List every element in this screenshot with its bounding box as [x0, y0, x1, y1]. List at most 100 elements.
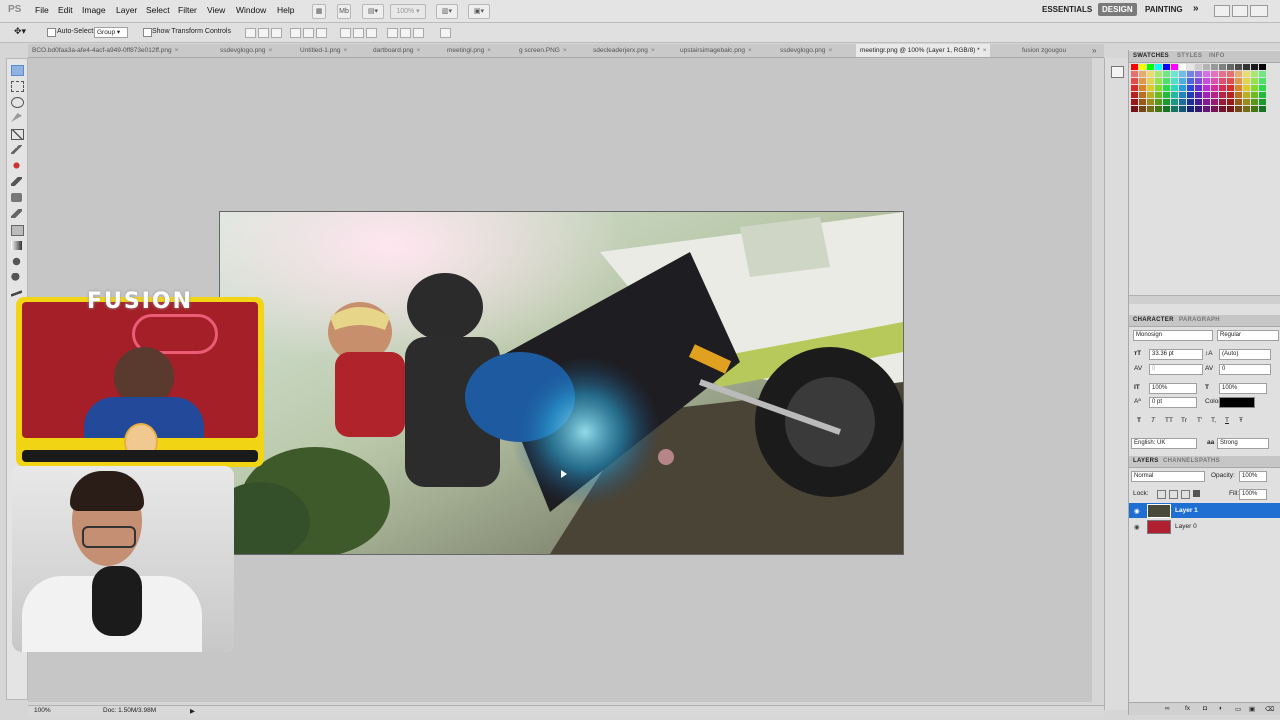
- swatch-cell[interactable]: [1219, 71, 1226, 77]
- swatch-cell[interactable]: [1259, 99, 1266, 105]
- bridge-button[interactable]: ▦: [312, 4, 326, 19]
- swatch-cell[interactable]: [1139, 92, 1146, 98]
- lock-all-icon[interactable]: [1193, 490, 1200, 497]
- distribute-left-icon[interactable]: [387, 28, 398, 38]
- swatch-cell[interactable]: [1235, 78, 1242, 84]
- swatch-cell[interactable]: [1187, 92, 1194, 98]
- swatch-cell[interactable]: [1235, 106, 1242, 112]
- tab-paragraph[interactable]: PARAGRAPH: [1179, 317, 1220, 323]
- swatch-cell[interactable]: [1155, 99, 1162, 105]
- faux-bold-button[interactable]: T: [1137, 417, 1141, 424]
- layer-row-layer-1[interactable]: ◉ Layer 1: [1129, 503, 1280, 518]
- swatch-cell[interactable]: [1219, 64, 1226, 70]
- tab-close-icon[interactable]: ×: [343, 47, 347, 54]
- swatch-cell[interactable]: [1251, 92, 1258, 98]
- swatch-grid[interactable]: [1131, 64, 1267, 129]
- mini-bridge-button[interactable]: Mb: [337, 4, 351, 19]
- swatch-cell[interactable]: [1211, 71, 1218, 77]
- swatch-cell[interactable]: [1195, 71, 1202, 77]
- tab-paths[interactable]: PATHS: [1199, 458, 1220, 464]
- swatch-cell[interactable]: [1195, 106, 1202, 112]
- swatch-cell[interactable]: [1187, 106, 1194, 112]
- tab-close-icon[interactable]: ×: [416, 47, 420, 54]
- tab-doc-5[interactable]: meetingl.png ×: [447, 44, 491, 57]
- swatch-cell[interactable]: [1259, 106, 1266, 112]
- new-group-icon[interactable]: ▭: [1235, 705, 1241, 713]
- blur-tool-icon[interactable]: [11, 257, 22, 266]
- all-caps-button[interactable]: TT: [1165, 417, 1173, 424]
- swatch-cell[interactable]: [1243, 92, 1250, 98]
- swatch-cell[interactable]: [1163, 92, 1170, 98]
- swatch-cell[interactable]: [1203, 85, 1210, 91]
- swatch-cell[interactable]: [1203, 64, 1210, 70]
- menu-filter[interactable]: Filter: [178, 5, 197, 15]
- maximize-icon[interactable]: [1232, 5, 1248, 17]
- tab-overflow-icon[interactable]: »: [1092, 44, 1096, 57]
- swatch-cell[interactable]: [1131, 64, 1138, 70]
- swatch-cell[interactable]: [1131, 78, 1138, 84]
- align-left-icon[interactable]: [290, 28, 301, 38]
- history-panel-icon[interactable]: [1111, 66, 1124, 78]
- swatch-cell[interactable]: [1147, 92, 1154, 98]
- close-icon[interactable]: [1250, 5, 1268, 17]
- swatch-cell[interactable]: [1195, 85, 1202, 91]
- swatch-cell[interactable]: [1139, 64, 1146, 70]
- canvas-image[interactable]: [219, 211, 904, 555]
- tab-close-icon[interactable]: ×: [651, 47, 655, 54]
- swatch-cell[interactable]: [1171, 85, 1178, 91]
- opacity-field[interactable]: 100%: [1239, 471, 1267, 482]
- swatch-cell[interactable]: [1251, 99, 1258, 105]
- swatch-cell[interactable]: [1243, 106, 1250, 112]
- swatch-cell[interactable]: [1155, 71, 1162, 77]
- swatch-cell[interactable]: [1235, 85, 1242, 91]
- dodge-tool-icon[interactable]: [11, 273, 22, 282]
- distribute-vcenter-icon[interactable]: [353, 28, 364, 38]
- swatch-cell[interactable]: [1203, 106, 1210, 112]
- swatch-cell[interactable]: [1259, 71, 1266, 77]
- swatch-cell[interactable]: [1163, 85, 1170, 91]
- swatch-cell[interactable]: [1195, 99, 1202, 105]
- underline-button[interactable]: T: [1225, 417, 1229, 424]
- swatch-cell[interactable]: [1227, 85, 1234, 91]
- tab-doc-1[interactable]: BCO.bd0faa3a-afe4-4acf-a949-0ff873e012ff…: [32, 44, 178, 57]
- swatch-cell[interactable]: [1227, 64, 1234, 70]
- fill-field[interactable]: 100%: [1239, 489, 1267, 500]
- swatch-cell[interactable]: [1211, 92, 1218, 98]
- auto-select-dropdown[interactable]: Group ▾: [94, 27, 128, 38]
- swatch-cell[interactable]: [1187, 78, 1194, 84]
- auto-align-icon[interactable]: [440, 28, 451, 38]
- crop-tool-icon[interactable]: [11, 129, 24, 140]
- tab-doc-active[interactable]: meetingr.png @ 100% (Layer 1, RGB/8) * ×: [856, 44, 991, 57]
- horizontal-scale-field[interactable]: 100%: [1219, 383, 1267, 394]
- move-tool-icon[interactable]: [11, 65, 24, 76]
- swatch-cell[interactable]: [1243, 71, 1250, 77]
- show-transform-checkbox[interactable]: [143, 28, 152, 37]
- swatch-cell[interactable]: [1219, 92, 1226, 98]
- tab-doc-3[interactable]: Untitled-1.png ×: [300, 44, 347, 57]
- clone-stamp-tool-icon[interactable]: [11, 193, 22, 202]
- status-arrow-icon[interactable]: ▶: [190, 707, 195, 715]
- swatch-cell[interactable]: [1243, 85, 1250, 91]
- status-zoom[interactable]: 100%: [34, 707, 51, 714]
- tab-doc-11[interactable]: fusion zgougou: [1022, 44, 1066, 57]
- zoom-level-select[interactable]: 100% ▾: [390, 4, 426, 19]
- kerning-field[interactable]: 0: [1149, 364, 1203, 375]
- swatch-cell[interactable]: [1243, 78, 1250, 84]
- tab-doc-9[interactable]: ssdevglogo.png ×: [780, 44, 832, 57]
- swatch-cell[interactable]: [1243, 64, 1250, 70]
- swatch-cell[interactable]: [1235, 71, 1242, 77]
- swatch-cell[interactable]: [1163, 64, 1170, 70]
- more-workspaces-icon[interactable]: »: [1193, 3, 1199, 14]
- swatch-cell[interactable]: [1227, 106, 1234, 112]
- menu-window[interactable]: Window: [236, 5, 266, 15]
- layer-row-layer-0[interactable]: ◉ Layer 0: [1129, 519, 1280, 534]
- minimize-icon[interactable]: [1214, 5, 1230, 17]
- lock-transparency-icon[interactable]: [1157, 490, 1166, 499]
- tab-styles[interactable]: STYLES: [1177, 53, 1202, 59]
- healing-brush-tool-icon[interactable]: [11, 161, 22, 170]
- swatch-cell[interactable]: [1139, 78, 1146, 84]
- menu-help[interactable]: Help: [277, 5, 294, 15]
- swatch-cell[interactable]: [1155, 85, 1162, 91]
- align-right-icon[interactable]: [316, 28, 327, 38]
- swatch-cell[interactable]: [1147, 64, 1154, 70]
